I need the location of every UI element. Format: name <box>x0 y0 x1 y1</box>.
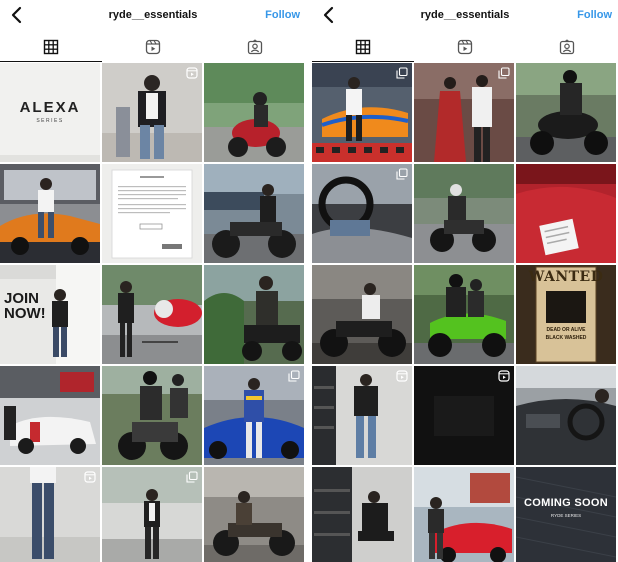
profile-grid-panel-left: ryde__essentials Follow ALEXA SERIES JOI… <box>0 0 306 562</box>
profile-tabs <box>0 32 306 62</box>
multi-photo-icon <box>396 67 408 79</box>
post-image <box>516 63 616 162</box>
post-image <box>102 164 202 263</box>
post-image <box>204 164 304 263</box>
post-tile[interactable] <box>414 467 514 562</box>
profile-grid-panel-right: ryde__essentials Follow WANTED DEAD OR A… <box>312 0 618 562</box>
post-image <box>414 467 514 562</box>
reels-icon <box>457 39 473 55</box>
post-tile[interactable] <box>102 467 202 562</box>
post-image <box>0 63 100 162</box>
tab-tagged[interactable] <box>204 32 306 62</box>
post-tile[interactable] <box>204 467 304 562</box>
post-tile[interactable] <box>516 63 616 162</box>
tab-posts-grid[interactable] <box>0 32 102 62</box>
reel-badge-icon <box>498 370 510 382</box>
post-tile[interactable] <box>102 164 202 263</box>
post-tile[interactable] <box>414 366 514 465</box>
active-tab-indicator <box>0 60 102 62</box>
profile-tabs <box>312 32 618 62</box>
post-image <box>0 265 100 364</box>
post-image <box>516 164 616 263</box>
post-tile[interactable] <box>204 63 304 162</box>
post-tile[interactable] <box>0 164 100 263</box>
post-image <box>102 265 202 364</box>
post-tile[interactable] <box>204 164 304 263</box>
reels-icon <box>145 39 161 55</box>
post-image <box>204 63 304 162</box>
post-image <box>516 467 616 562</box>
post-tile[interactable]: JOIN NOW! <box>0 265 100 364</box>
grid-icon <box>43 39 59 55</box>
reel-badge-icon <box>396 370 408 382</box>
post-tile[interactable] <box>414 164 514 263</box>
post-image <box>102 366 202 465</box>
post-image <box>204 265 304 364</box>
chevron-left-icon[interactable] <box>318 4 340 26</box>
post-tile[interactable] <box>414 63 514 162</box>
post-tile[interactable] <box>102 366 202 465</box>
post-image <box>0 164 100 263</box>
tab-reels[interactable] <box>414 32 516 62</box>
post-tile[interactable] <box>0 366 100 465</box>
post-image <box>516 366 616 465</box>
tab-reels[interactable] <box>102 32 204 62</box>
profile-username: ryde__essentials <box>108 9 198 21</box>
post-tile[interactable]: COMING SOON RYDE SERIES <box>516 467 616 562</box>
post-tile[interactable] <box>0 467 100 562</box>
tagged-icon <box>559 39 575 55</box>
tab-posts-grid[interactable] <box>312 32 414 62</box>
multi-photo-icon <box>288 370 300 382</box>
multi-photo-icon <box>498 67 510 79</box>
post-image <box>414 164 514 263</box>
post-tile[interactable] <box>516 164 616 263</box>
post-tile[interactable] <box>312 265 412 364</box>
multi-photo-icon <box>186 471 198 483</box>
post-image <box>0 366 100 465</box>
post-image <box>312 265 412 364</box>
post-tile[interactable] <box>312 63 412 162</box>
reel-badge-icon <box>84 471 96 483</box>
posts-grid: WANTED DEAD OR ALIVE BLACK WASHED COMING… <box>312 63 618 562</box>
post-tile[interactable]: WANTED DEAD OR ALIVE BLACK WASHED <box>516 265 616 364</box>
top-bar: ryde__essentials Follow <box>312 0 618 32</box>
post-tile[interactable] <box>516 366 616 465</box>
post-image <box>312 467 412 562</box>
post-tile[interactable] <box>204 366 304 465</box>
post-tile[interactable] <box>312 467 412 562</box>
post-image <box>204 467 304 562</box>
top-bar: ryde__essentials Follow <box>0 0 306 32</box>
post-tile[interactable] <box>102 265 202 364</box>
post-tile[interactable] <box>414 265 514 364</box>
active-tab-indicator <box>312 60 414 62</box>
tab-tagged[interactable] <box>516 32 618 62</box>
post-tile[interactable] <box>312 366 412 465</box>
follow-button[interactable]: Follow <box>577 9 612 21</box>
chevron-left-icon[interactable] <box>6 4 28 26</box>
posts-grid: ALEXA SERIES JOIN NOW! <box>0 63 306 562</box>
tagged-icon <box>247 39 263 55</box>
profile-username: ryde__essentials <box>420 9 510 21</box>
post-tile[interactable] <box>204 265 304 364</box>
post-tile[interactable] <box>102 63 202 162</box>
reel-badge-icon <box>186 67 198 79</box>
grid-icon <box>355 39 371 55</box>
post-image <box>414 265 514 364</box>
post-image <box>516 265 616 364</box>
follow-button[interactable]: Follow <box>265 9 300 21</box>
post-tile[interactable]: ALEXA SERIES <box>0 63 100 162</box>
post-tile[interactable] <box>312 164 412 263</box>
multi-photo-icon <box>396 168 408 180</box>
